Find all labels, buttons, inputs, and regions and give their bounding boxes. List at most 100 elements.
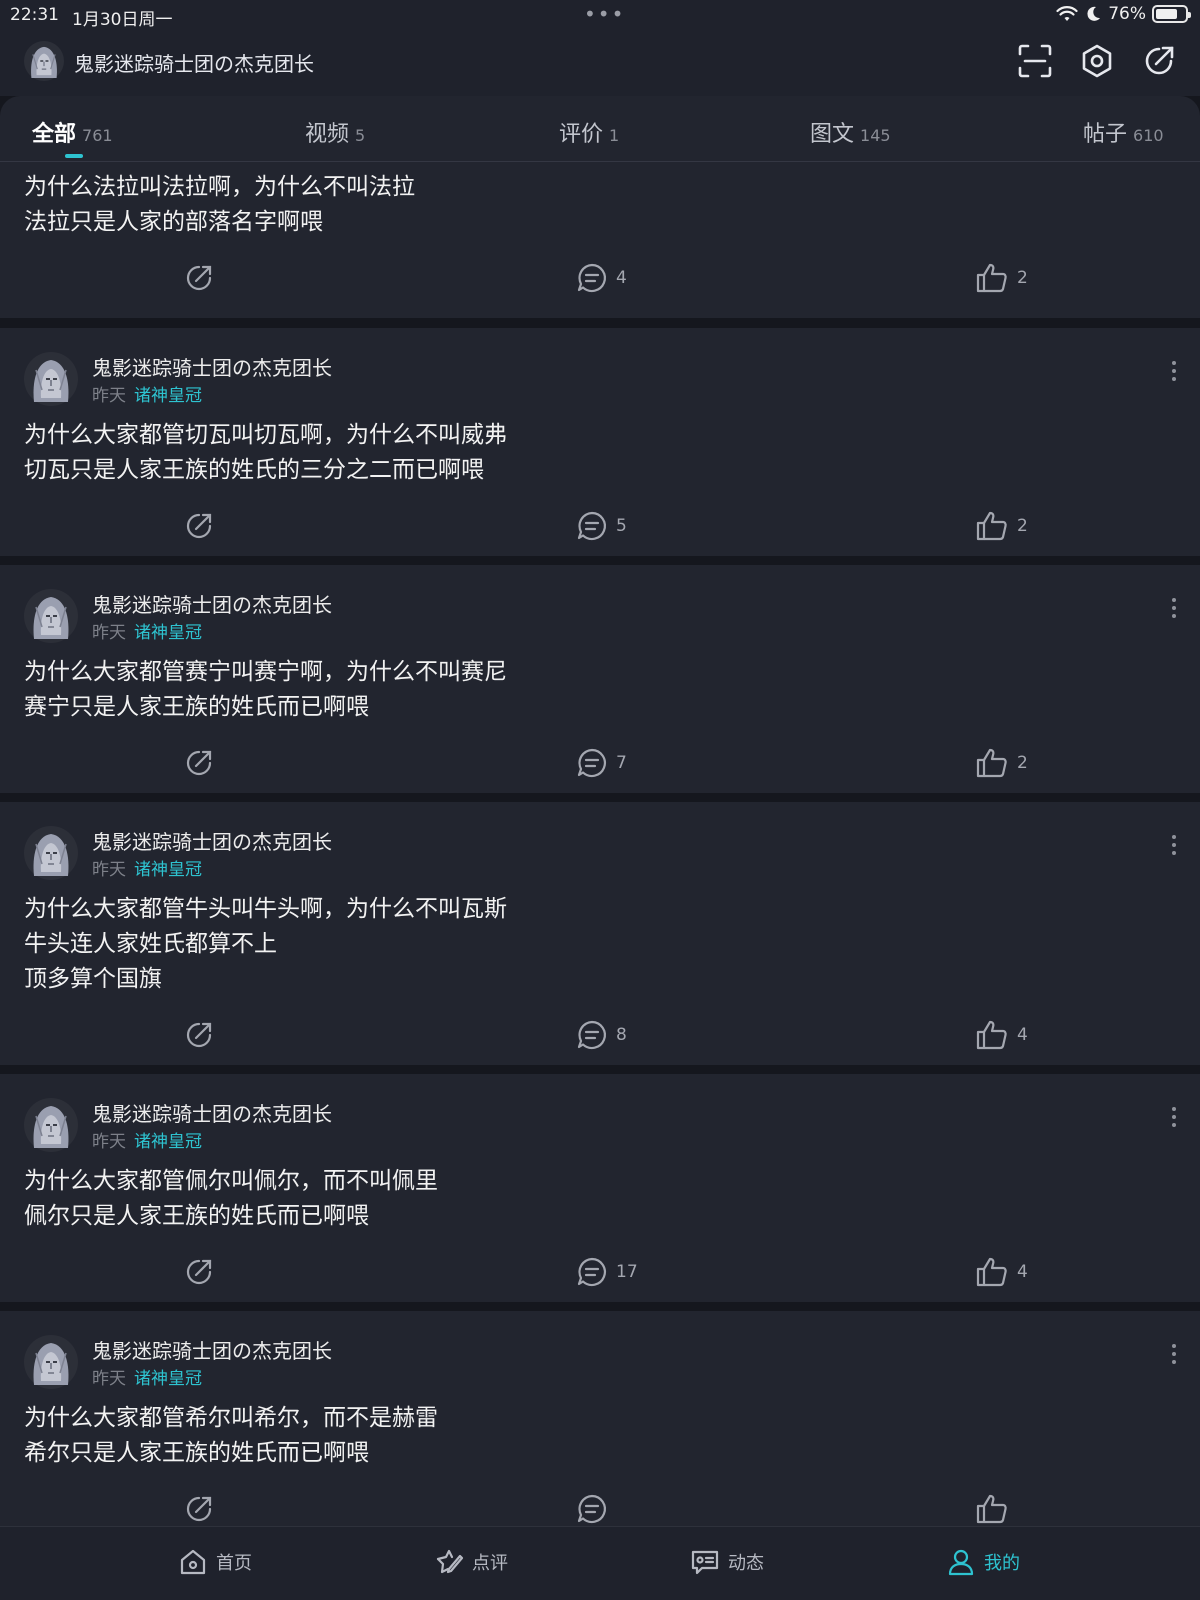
post-text[interactable]: 为什么大家都管佩尔叫佩尔，而不叫佩里 佩尔只是人家王族的姓氏而已啊喂 bbox=[24, 1164, 438, 1234]
post-card[interactable]: 鬼影迷踪骑士团の杰克团长 昨天 诸神皇冠 为什么大家都管赛宁叫赛宁啊，为什么不叫… bbox=[0, 565, 1200, 793]
share-icon bbox=[186, 265, 212, 291]
more-button[interactable] bbox=[1168, 597, 1180, 619]
share-button[interactable] bbox=[183, 1256, 215, 1288]
share-icon bbox=[186, 513, 212, 539]
game-tag[interactable]: 诸神皇冠 bbox=[134, 381, 202, 406]
post-text[interactable]: 为什么大家都管牛头叫牛头啊，为什么不叫瓦斯 牛头连人家姓氏都算不上 顶多算个国旗 bbox=[24, 892, 507, 997]
comment-icon bbox=[577, 511, 606, 541]
post-card[interactable]: 鬼影迷踪骑士团の杰克团长 昨天 诸神皇冠 为什么大家都管希尔叫希尔，而不是赫雷希… bbox=[0, 1311, 1200, 1526]
post-text-line: 为什么大家都管希尔叫希尔，而不是赫雷 bbox=[24, 1405, 438, 1431]
tab-label: 全部 bbox=[32, 122, 77, 147]
author-name[interactable]: 鬼影迷踪骑士团の杰克团长 bbox=[92, 1098, 332, 1127]
comment-button[interactable]: 4 bbox=[576, 262, 627, 294]
like-button[interactable]: 2 bbox=[975, 510, 1028, 542]
comment-count: 17 bbox=[616, 1262, 638, 1282]
post-feed[interactable]: 为什么法拉叫法拉啊，为什么不叫法拉 法拉只是人家的部落名字啊喂 4 2 鬼影迷踪骑… bbox=[0, 162, 1200, 1526]
post-meta: 昨天 诸神皇冠 bbox=[92, 855, 202, 880]
tab-posts[interactable]: 帖子 610 bbox=[1083, 116, 1164, 148]
tab-video[interactable]: 视频 5 bbox=[305, 116, 365, 148]
post-card[interactable]: 鬼影迷踪骑士团の杰克团长 昨天 诸神皇冠 为什么大家都管切瓦叫切瓦啊，为什么不叫… bbox=[0, 328, 1200, 556]
post-card[interactable]: 鬼影迷踪骑士团の杰克团长 昨天 诸神皇冠 为什么大家都管佩尔叫佩尔，而不叫佩里佩… bbox=[0, 1074, 1200, 1302]
tab-label: 评价 bbox=[559, 122, 604, 147]
more-button[interactable] bbox=[1168, 1343, 1180, 1365]
scan-button[interactable] bbox=[1016, 42, 1054, 80]
author-name[interactable]: 鬼影迷踪骑士团の杰克团长 bbox=[92, 1335, 332, 1364]
share-button[interactable] bbox=[183, 262, 215, 294]
multitask-dots-icon[interactable]: ••• bbox=[584, 2, 625, 26]
battery-fill bbox=[1156, 9, 1178, 19]
comment-button[interactable]: 17 bbox=[576, 1256, 638, 1288]
battery-icon bbox=[1152, 5, 1191, 23]
post-text-line: 为什么大家都管牛头叫牛头啊，为什么不叫瓦斯 bbox=[24, 896, 507, 922]
like-count: 2 bbox=[1017, 753, 1028, 773]
like-button[interactable]: 2 bbox=[975, 747, 1028, 779]
post-text[interactable]: 为什么法拉叫法拉啊，为什么不叫法拉 法拉只是人家的部落名字啊喂 bbox=[24, 170, 415, 240]
post-text-line: 为什么大家都管赛宁叫赛宁啊，为什么不叫赛尼 bbox=[24, 659, 507, 685]
thumbs-up-icon bbox=[976, 1494, 1007, 1524]
game-tag[interactable]: 诸神皇冠 bbox=[134, 1127, 202, 1152]
settings-button[interactable] bbox=[1078, 42, 1116, 80]
thumbs-up-icon bbox=[976, 263, 1007, 293]
post-text-line: 法拉只是人家的部落名字啊喂 bbox=[24, 209, 323, 235]
nav-label: 动态 bbox=[728, 1553, 764, 1574]
game-tag[interactable]: 诸神皇冠 bbox=[134, 618, 202, 643]
post-text-line: 切瓦只是人家王族的姓氏的三分之二而已啊喂 bbox=[24, 457, 484, 483]
header-avatar[interactable] bbox=[24, 41, 64, 81]
share-button[interactable] bbox=[183, 1019, 215, 1051]
comment-button[interactable]: 7 bbox=[576, 747, 627, 779]
post-text[interactable]: 为什么大家都管希尔叫希尔，而不是赫雷 希尔只是人家王族的姓氏而已啊喂 bbox=[24, 1401, 438, 1471]
profile-header: 鬼影迷踪骑士团の杰克团长 bbox=[0, 30, 1200, 96]
share-profile-button[interactable] bbox=[1140, 42, 1178, 80]
game-tag[interactable]: 诸神皇冠 bbox=[134, 1364, 202, 1389]
post-actions: 4 2 bbox=[0, 262, 1200, 298]
author-name[interactable]: 鬼影迷踪骑士团の杰克团长 bbox=[92, 352, 332, 381]
like-button[interactable] bbox=[975, 1493, 1017, 1525]
author-avatar[interactable] bbox=[24, 589, 78, 643]
nav-review[interactable]: 点评 bbox=[434, 1547, 508, 1577]
post-time: 昨天 bbox=[92, 860, 126, 880]
post-meta: 昨天 诸神皇冠 bbox=[92, 618, 202, 643]
game-tag[interactable]: 诸神皇冠 bbox=[134, 855, 202, 880]
share-button[interactable] bbox=[183, 510, 215, 542]
comment-button[interactable]: 5 bbox=[576, 510, 627, 542]
settings-icon bbox=[1082, 44, 1112, 78]
more-icon bbox=[1172, 598, 1176, 618]
comment-button[interactable] bbox=[576, 1493, 616, 1525]
post-actions: 5 2 bbox=[0, 510, 1200, 546]
post-card[interactable]: 为什么法拉叫法拉啊，为什么不叫法拉 法拉只是人家的部落名字啊喂 4 2 bbox=[0, 162, 1200, 318]
author-avatar[interactable] bbox=[24, 352, 78, 406]
post-actions: 8 4 bbox=[0, 1019, 1200, 1055]
wifi-icon bbox=[1056, 6, 1078, 21]
scan-icon bbox=[1018, 44, 1052, 78]
nav-home[interactable]: 首页 bbox=[178, 1547, 252, 1577]
battery-cap bbox=[1188, 12, 1191, 18]
share-icon bbox=[186, 1259, 212, 1285]
like-button[interactable]: 4 bbox=[975, 1256, 1028, 1288]
tab-all[interactable]: 全部 761 bbox=[32, 116, 113, 148]
share-button[interactable] bbox=[183, 747, 215, 779]
like-button[interactable]: 4 bbox=[975, 1019, 1028, 1051]
author-avatar[interactable] bbox=[24, 826, 78, 880]
post-text[interactable]: 为什么大家都管切瓦叫切瓦啊，为什么不叫威弗 切瓦只是人家王族的姓氏的三分之二而已啊… bbox=[24, 418, 507, 488]
author-avatar[interactable] bbox=[24, 1335, 78, 1389]
battery-percent: 76% bbox=[1108, 4, 1146, 24]
post-text-line: 为什么法拉叫法拉啊，为什么不叫法拉 bbox=[24, 174, 415, 200]
tab-image-text[interactable]: 图文 145 bbox=[810, 116, 891, 148]
post-text[interactable]: 为什么大家都管赛宁叫赛宁啊，为什么不叫赛尼 赛宁只是人家王族的姓氏而已啊喂 bbox=[24, 655, 507, 725]
comment-button[interactable]: 8 bbox=[576, 1019, 627, 1051]
tab-label: 视频 bbox=[305, 122, 350, 147]
author-name[interactable]: 鬼影迷踪骑士团の杰克团长 bbox=[92, 826, 332, 855]
share-button[interactable] bbox=[183, 1493, 215, 1525]
author-avatar[interactable] bbox=[24, 1098, 78, 1152]
more-button[interactable] bbox=[1168, 360, 1180, 382]
author-name[interactable]: 鬼影迷踪骑士团の杰克团长 bbox=[92, 589, 332, 618]
like-count: 4 bbox=[1017, 1025, 1028, 1045]
post-card[interactable]: 鬼影迷踪骑士团の杰克团长 昨天 诸神皇冠 为什么大家都管牛头叫牛头啊，为什么不叫… bbox=[0, 802, 1200, 1065]
more-button[interactable] bbox=[1168, 834, 1180, 856]
nav-feed[interactable]: 动态 bbox=[690, 1547, 764, 1577]
post-meta: 昨天 诸神皇冠 bbox=[92, 1364, 202, 1389]
nav-me[interactable]: 我的 bbox=[946, 1547, 1020, 1577]
like-button[interactable]: 2 bbox=[975, 262, 1028, 294]
more-button[interactable] bbox=[1168, 1106, 1180, 1128]
tab-review[interactable]: 评价 1 bbox=[559, 116, 619, 148]
